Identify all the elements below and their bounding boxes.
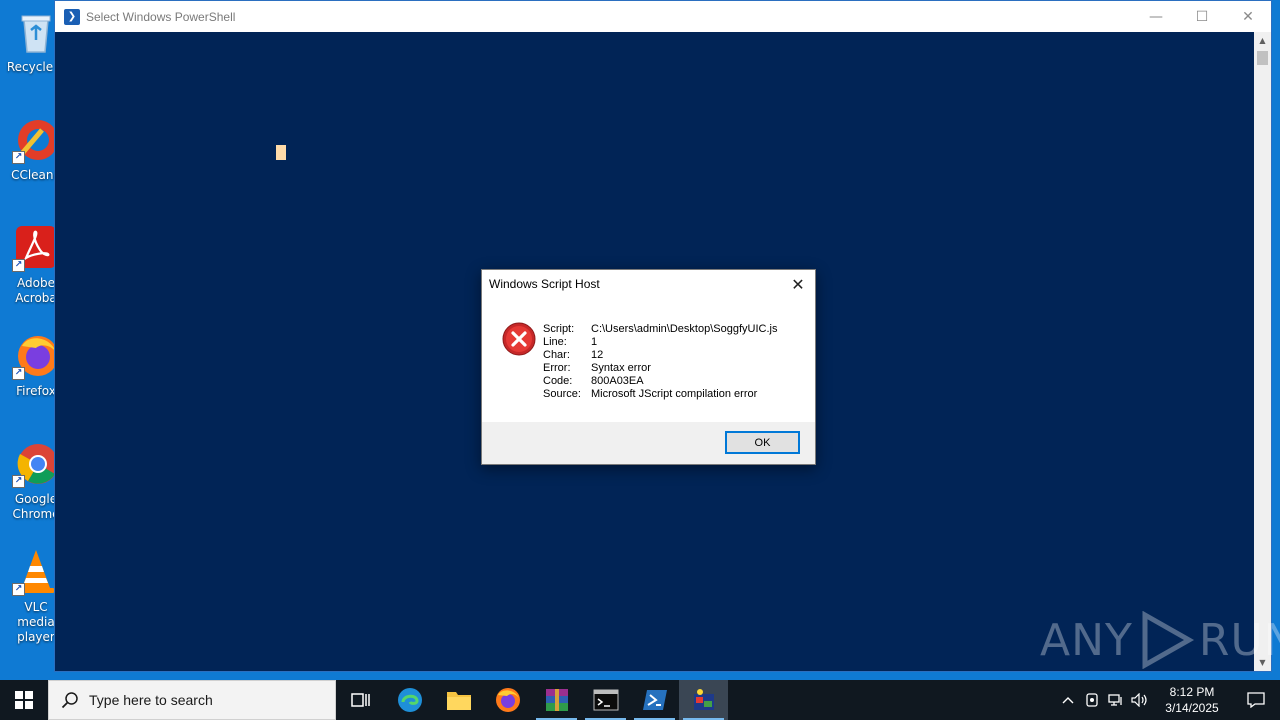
taskbar-clock[interactable]: 8:12 PM 3/14/2025 [1152, 684, 1232, 716]
anyrun-watermark: ANY RUN [1040, 610, 1280, 670]
window-controls: — ☐ ✕ [1133, 1, 1271, 32]
winrar-icon[interactable] [532, 680, 581, 720]
file-explorer-icon[interactable] [434, 680, 483, 720]
dialog-close-button[interactable]: ✕ [787, 274, 809, 296]
detail-row-error: Error: Syntax error [543, 362, 777, 375]
shortcut-arrow-icon: ↗ [12, 367, 25, 380]
cmd-icon[interactable] [581, 680, 630, 720]
scroll-up-icon[interactable]: ▲ [1254, 32, 1271, 49]
windows-logo-icon [15, 691, 33, 709]
detail-label: Source: [543, 388, 581, 400]
firefox-icon[interactable] [483, 680, 532, 720]
shortcut-arrow-icon: ↗ [12, 475, 25, 488]
network-icon[interactable] [1104, 680, 1128, 720]
detail-value: C:\Users\admin\Desktop\SoggfyUIC.js [591, 323, 778, 335]
detail-label: Line: [543, 336, 567, 348]
dialog-footer: OK [482, 422, 815, 464]
minimize-button[interactable]: — [1133, 1, 1179, 32]
text-cursor [276, 145, 286, 160]
detail-label: Error: [543, 362, 571, 374]
maximize-button[interactable]: ☐ [1179, 1, 1225, 32]
shortcut-arrow-icon: ↗ [12, 583, 25, 596]
search-icon [61, 692, 78, 709]
ccleaner-icon: ↗ [12, 116, 60, 164]
detail-value: Syntax error [591, 362, 651, 374]
clock-date: 3/14/2025 [1165, 701, 1219, 715]
error-details: Script: C:\Users\admin\Desktop\SoggfyUIC… [543, 323, 777, 401]
window-title: Select Windows PowerShell [86, 9, 236, 24]
firefox-icon: ↗ [12, 332, 60, 380]
detail-label: Char: [543, 349, 570, 361]
detail-label: Code: [543, 375, 573, 387]
adobe-acrobat-icon: ↗ [12, 224, 60, 272]
clock-time: 8:12 PM [1169, 685, 1215, 699]
recycle-bin-icon [12, 8, 60, 56]
watermark-right-text: RUN [1198, 614, 1280, 666]
error-icon [502, 322, 536, 356]
play-triangle-icon [1142, 611, 1194, 669]
detail-value: 1 [591, 336, 598, 348]
ok-button[interactable]: OK [725, 431, 800, 454]
vlc-cone-icon: ↗ [12, 548, 60, 596]
detail-row-script: Script: C:\Users\admin\Desktop\SoggfyUIC… [543, 323, 777, 336]
taskbar-search[interactable]: Type here to search [48, 680, 336, 720]
system-tray: 8:12 PM 3/14/2025 [1056, 680, 1280, 720]
shortcut-arrow-icon: ↗ [12, 151, 25, 164]
taskbar: Type here to search 8:12 PM 3/14/2025 [0, 680, 1280, 720]
detail-row-line: Line: 1 [543, 336, 777, 349]
detail-row-char: Char: 12 [543, 349, 777, 362]
search-placeholder: Type here to search [89, 692, 213, 708]
dialog-title: Windows Script Host [489, 277, 600, 291]
notification-icon[interactable] [1232, 680, 1280, 720]
close-button[interactable]: ✕ [1225, 1, 1271, 32]
shortcut-arrow-icon: ↗ [12, 259, 25, 272]
detail-value: 800A03EA [591, 375, 644, 387]
detail-label: Script: [543, 323, 575, 335]
defender-icon[interactable] [1080, 680, 1104, 720]
script-host-dialog[interactable]: Windows Script Host ✕ Script: C:\Users\a… [481, 269, 816, 465]
edge-icon[interactable] [385, 680, 434, 720]
powershell-icon: ❯ [64, 8, 80, 25]
vertical-scrollbar[interactable]: ▲ ▼ [1254, 32, 1271, 671]
detail-row-source: Source: Microsoft JScript compilation er… [543, 388, 777, 401]
powershell-icon[interactable] [630, 680, 679, 720]
detail-value: 12 [591, 349, 604, 361]
script-host-icon[interactable] [679, 680, 728, 720]
volume-icon[interactable] [1128, 680, 1152, 720]
watermark-left-text: ANY [1040, 614, 1133, 666]
chevron-up-icon[interactable] [1056, 680, 1080, 720]
detail-value: Microsoft JScript compilation error [591, 388, 758, 400]
task-view-icon[interactable] [336, 680, 385, 720]
powershell-titlebar[interactable]: ❯ Select Windows PowerShell — ☐ ✕ [55, 1, 1271, 32]
start-button[interactable] [0, 680, 48, 720]
scroll-thumb[interactable] [1257, 51, 1268, 65]
google-chrome-icon: ↗ [12, 440, 60, 488]
detail-row-code: Code: 800A03EA [543, 375, 777, 388]
